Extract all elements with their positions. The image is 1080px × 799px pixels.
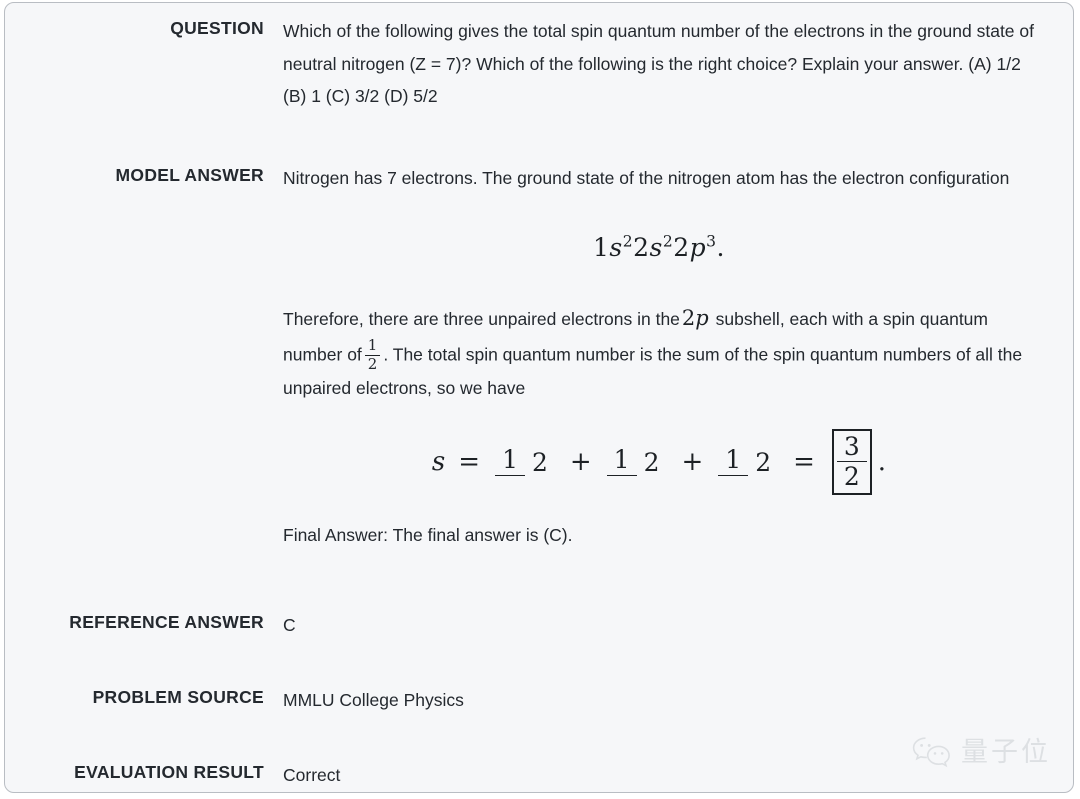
row-problem-source: PROBLEM SOURCE MMLU College Physics [5, 684, 1073, 717]
problem-source-text: MMLU College Physics [283, 690, 464, 710]
model-answer-paragraph-2: Therefore, there are three unpaired elec… [283, 299, 1035, 404]
fraction-numerator: 1 [364, 337, 381, 356]
boxed-final-result: 32 [831, 428, 872, 496]
term1-denominator: 2 [531, 447, 548, 477]
evaluation-result-text: Correct [283, 765, 341, 785]
equation-term-2: 12 [606, 447, 667, 477]
fraction-denominator: 2 [367, 354, 378, 373]
equation-equals-2: = [793, 446, 815, 477]
inline-math-2p: 2p [681, 306, 709, 331]
term2-denominator: 2 [643, 447, 660, 477]
problem-source-label: PROBLEM SOURCE [92, 687, 264, 707]
inline-fraction-one-half: 12 [364, 337, 381, 373]
boxed-fraction: 32 [836, 433, 867, 492]
model-answer-paragraph-1: Nitrogen has 7 electrons. The ground sta… [283, 168, 1010, 188]
term2-numerator: 1 [606, 447, 637, 477]
model-answer-value: Nitrogen has 7 electrons. The ground sta… [264, 162, 1073, 552]
reference-answer-label: REFERENCE ANSWER [69, 612, 264, 632]
result-card: QUESTION Which of the following gives th… [4, 2, 1074, 793]
row-question: QUESTION Which of the following gives th… [5, 15, 1073, 113]
equation-term-1: 12 [495, 447, 555, 477]
term3-denominator: 2 [755, 447, 772, 477]
evaluation-result-label: EVALUATION RESULT [74, 762, 264, 782]
equation-term-3: 12 [718, 447, 778, 477]
equation-equals-1: = [458, 446, 481, 477]
term3-numerator: 1 [718, 447, 749, 477]
evaluation-result-value: Correct [264, 759, 1073, 792]
para2-text-3: . The total spin quantum number is the s… [283, 344, 1023, 398]
electron-configuration-formula: 1s22s22p3. [593, 232, 725, 262]
equation-variable-s: s [431, 446, 446, 477]
equation-period: . [877, 446, 887, 477]
question-text: Which of the following gives the total s… [283, 21, 1034, 107]
question-value: Which of the following gives the total s… [264, 15, 1073, 113]
model-answer-final-line: Final Answer: The final answer is (C). [283, 525, 573, 546]
term1-numerator: 1 [495, 447, 525, 477]
row-reference-answer: REFERENCE ANSWER C [5, 609, 1073, 642]
row-model-answer: MODEL ANSWER Nitrogen has 7 electrons. T… [5, 162, 1073, 552]
rows-container: QUESTION Which of the following gives th… [5, 3, 1073, 792]
boxed-numerator: 3 [836, 433, 867, 463]
reference-answer-text: C [283, 615, 296, 635]
equation-plus-2: + [681, 446, 704, 477]
row-evaluation-result: EVALUATION RESULT Correct [5, 759, 1073, 792]
total-spin-equation: s = 12 + 12 + 12 = 32 . [283, 428, 1035, 496]
equation-plus-1: + [569, 446, 592, 477]
reference-answer-value: C [264, 609, 1073, 642]
boxed-denominator: 2 [843, 462, 860, 492]
question-label: QUESTION [170, 18, 264, 38]
para2-text-1: Therefore, there are three unpaired elec… [283, 309, 680, 330]
problem-source-value: MMLU College Physics [264, 684, 1073, 717]
model-answer-label: MODEL ANSWER [115, 165, 264, 185]
